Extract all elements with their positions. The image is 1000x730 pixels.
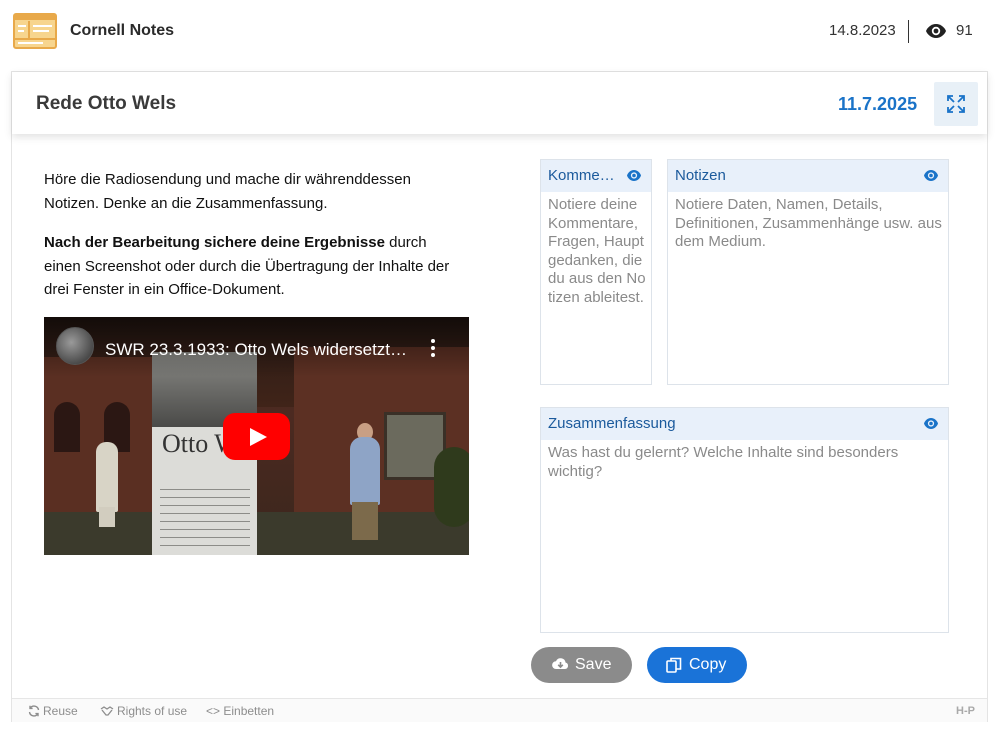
save-button-label: Save: [575, 656, 612, 673]
notizen-textarea[interactable]: Notiere Daten, Namen, Details, Definitio…: [675, 196, 943, 252]
code-brackets-icon: <>: [206, 704, 221, 718]
panel-title: Notizen: [675, 167, 726, 184]
handshake-icon: [100, 706, 114, 716]
copy-button[interactable]: Copy: [647, 647, 747, 683]
expand-icon: [947, 95, 965, 113]
notizen-panel: Notizen Notiere Daten, Namen, Details, D…: [667, 159, 949, 385]
h5p-logo[interactable]: H-P: [956, 705, 975, 717]
video-frame-person: [350, 437, 380, 505]
video-frame-person: [96, 442, 118, 512]
reuse-label: Reuse: [43, 704, 78, 718]
kommentare-textarea[interactable]: Notiere deine Kommentare, Fragen, Hauptg…: [548, 196, 648, 307]
reuse-icon: [28, 705, 40, 717]
video-frame-tree: [434, 447, 469, 527]
instruction-paragraph: Höre die Radiosendung und mache dir währ…: [44, 171, 411, 212]
video-frame-stele-lines: [160, 489, 250, 549]
cloud-download-icon: [552, 658, 569, 669]
video-frame-person: [99, 507, 115, 527]
publish-date: 14.8.2023: [829, 22, 896, 39]
zusammenfassung-textarea[interactable]: Was hast du gelernt? Welche Inhalte sind…: [548, 444, 938, 481]
page-title: Rede Otto Wels: [36, 93, 177, 114]
card-header: Rede Otto Wels 11.7.2025: [12, 72, 987, 134]
app-title: Cornell Notes: [70, 22, 175, 39]
panel-header: Komme…: [541, 160, 651, 192]
embed-link[interactable]: <> Einbetten: [206, 704, 274, 718]
rights-label: Rights of use: [117, 704, 188, 718]
cornell-notes-app-icon: [13, 13, 57, 49]
instruction-paragraph-2: Nach der Bearbeitung sichere deine Ergeb…: [44, 231, 454, 302]
h5p-footer: Reuse Rights of use <> Einbetten H-P: [12, 698, 987, 722]
toggle-visibility-eye-icon[interactable]: [923, 417, 939, 430]
toggle-visibility-eye-icon[interactable]: [923, 169, 939, 182]
header-divider: [908, 20, 909, 43]
fullscreen-button[interactable]: [934, 82, 978, 126]
view-count: 91: [956, 22, 973, 39]
video-more-options-icon[interactable]: [429, 339, 437, 359]
rights-of-use-link[interactable]: Rights of use: [100, 704, 187, 718]
panel-title: Zusammenfassung: [548, 415, 676, 432]
embed-label: Einbetten: [223, 704, 275, 718]
kommentare-panel: Komme… Notiere deine Kommentare, Fragen,…: [540, 159, 652, 385]
eye-icon: [926, 24, 946, 38]
zusammenfassung-panel: Zusammenfassung Was hast du gelernt? Wel…: [540, 407, 949, 633]
video-title[interactable]: SWR 23.3.1933: Otto Wels widersetzt…: [105, 340, 407, 360]
panel-header: Notizen: [668, 160, 948, 192]
reuse-link[interactable]: Reuse: [28, 704, 78, 718]
play-button[interactable]: [223, 413, 290, 460]
channel-avatar[interactable]: [56, 327, 94, 365]
panel-header: Zusammenfassung: [541, 408, 948, 440]
youtube-video-player[interactable]: Otto We SWR 23.3.1933: Otto Wels widerse…: [44, 317, 469, 555]
toggle-visibility-eye-icon[interactable]: [626, 169, 642, 182]
card-date: 11.7.2025: [838, 94, 918, 114]
copy-icon: [666, 657, 682, 673]
panel-title: Komme…: [548, 167, 615, 184]
save-button[interactable]: Save: [531, 647, 632, 683]
cornell-notes-card: Rede Otto Wels 11.7.2025 Höre die Radios…: [11, 71, 988, 722]
top-bar: Cornell Notes 14.8.2023 91: [0, 0, 1000, 66]
task-instructions: Höre die Radiosendung und mache dir währ…: [44, 168, 454, 318]
instruction-bold-text: Nach der Bearbeitung sichere deine Ergeb…: [44, 234, 385, 251]
copy-button-label: Copy: [689, 656, 727, 673]
video-frame-person: [352, 502, 378, 540]
video-frame-window: [54, 402, 80, 452]
